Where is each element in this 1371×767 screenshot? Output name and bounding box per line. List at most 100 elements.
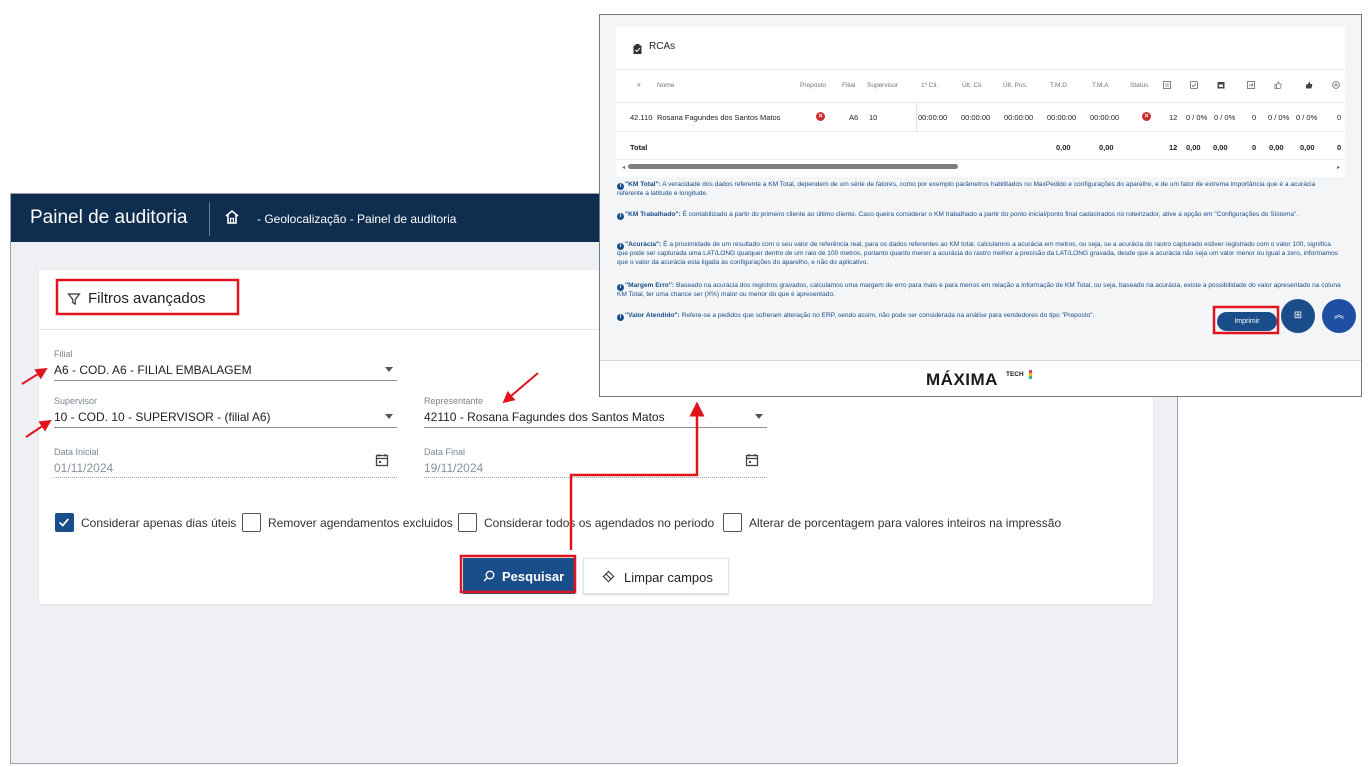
representante-label: Representante xyxy=(424,396,484,406)
info-icon: i xyxy=(617,284,624,291)
row-last-client: 00:00:00 xyxy=(961,113,991,122)
checkbox-label: Remover agendamentos excluidos xyxy=(268,516,453,530)
row-last-position: 00:00:00 xyxy=(1004,113,1034,122)
filters-title: Filtros avançados xyxy=(88,290,206,307)
list-icon[interactable] xyxy=(1163,81,1171,89)
rca-report-window: RCAs # Nome Preposto Filial Supervisor 1… xyxy=(599,14,1362,397)
checkbox-box[interactable] xyxy=(242,513,261,532)
check-square-icon[interactable] xyxy=(1190,81,1198,89)
row-id: 42.110 xyxy=(630,113,653,122)
row-c7: 0 xyxy=(1337,113,1342,122)
search-button-label: Pesquisar xyxy=(502,569,565,584)
brand-logo-suffix: TECH xyxy=(1006,371,1024,378)
total-c7: 0 xyxy=(1337,143,1342,152)
scroll-left-arrow-icon[interactable]: ◂ xyxy=(622,164,625,171)
col-header-number[interactable]: # xyxy=(637,82,641,89)
col-header-tma[interactable]: T.M.A xyxy=(1092,82,1109,89)
info-icon: i xyxy=(617,243,624,250)
start-date-field[interactable]: Data Inicial 01/11/2024 xyxy=(54,447,397,478)
end-date-field[interactable]: Data Final 19/11/2024 xyxy=(424,447,767,478)
supervisor-label: Supervisor xyxy=(54,396,98,406)
double-chevron-up-icon: ︽ xyxy=(1334,310,1344,321)
search-button[interactable]: Pesquisar xyxy=(463,558,575,594)
col-header-supervisor[interactable]: Supervisor xyxy=(867,82,898,89)
row-supervisor: 10 xyxy=(869,113,878,122)
preposto-status-icon: × xyxy=(816,112,825,121)
note-km-total: i "KM Total": A veracidade dos dados refe… xyxy=(617,181,1316,197)
total-c1: 12 xyxy=(1169,143,1178,152)
exit-icon[interactable] xyxy=(1247,81,1255,89)
checkbox-box[interactable] xyxy=(458,513,477,532)
filial-label: Filial xyxy=(54,349,73,359)
total-c6: 0,00 xyxy=(1300,143,1315,152)
representante-value: 42110 - Rosana Fagundes dos Santos Matos xyxy=(424,410,665,424)
note-margem-erro: i "Margem Erro": Baseado na acurácia dos … xyxy=(617,282,1341,298)
supervisor-select[interactable]: Supervisor 10 - COD. 10 - SUPERVISOR - (… xyxy=(54,396,397,428)
col-header-name[interactable]: Nome xyxy=(657,82,674,89)
info-icon: i xyxy=(617,213,624,220)
calendar-icon[interactable] xyxy=(1217,81,1225,89)
total-label: Total xyxy=(630,143,648,152)
col-header-status[interactable]: Status xyxy=(1130,82,1148,89)
total-c5: 0,00 xyxy=(1269,143,1284,152)
checkbox-label: Alterar de porcentagem para valores inte… xyxy=(749,516,1062,530)
row-first-client: 00:00:00 xyxy=(918,113,948,122)
chevron-down-icon[interactable] xyxy=(385,414,393,419)
status-icon: × xyxy=(1142,112,1151,121)
home-icon[interactable] xyxy=(223,208,241,226)
start-date-value: 01/11/2024 xyxy=(54,461,114,475)
horizontal-scrollbar[interactable]: ◂ ▸ xyxy=(622,164,1340,171)
row-tma: 00:00:00 xyxy=(1090,113,1120,122)
total-tmd: 0,00 xyxy=(1056,143,1071,152)
calendar-icon[interactable] xyxy=(745,453,759,467)
chevron-down-icon[interactable] xyxy=(755,414,763,419)
app-title: Painel de auditoria xyxy=(30,207,188,228)
row-name[interactable]: Rosana Fagundes dos Santos Matos xyxy=(657,113,780,122)
clear-fields-button[interactable]: Limpar campos xyxy=(583,558,729,594)
checkbox-box[interactable] xyxy=(723,513,742,532)
thumbs-up-filled-icon[interactable] xyxy=(1305,81,1313,89)
checkbox-label: Considerar apenas dias úteis xyxy=(81,516,237,530)
col-header-last-client[interactable]: Últ. Cli. xyxy=(962,82,983,89)
thumbs-up-outline-icon[interactable] xyxy=(1274,81,1282,89)
row-c6: 0 / 0% xyxy=(1296,113,1318,122)
total-c4: 0 xyxy=(1252,143,1257,152)
calendar-icon[interactable] xyxy=(375,453,389,467)
filial-select[interactable]: Filial A6 - COD. A6 - FILIAL EMBALAGEM xyxy=(54,349,397,381)
total-tma: 0,00 xyxy=(1099,143,1114,152)
row-filial: A6 xyxy=(849,113,859,122)
row-c4: 0 xyxy=(1252,113,1257,122)
info-icon: i xyxy=(617,183,624,190)
print-button[interactable]: Imprimir xyxy=(1217,312,1277,331)
supervisor-value: 10 - COD. 10 - SUPERVISOR - (filial A6) xyxy=(54,410,271,424)
note-km-trabalhado: i "KM Trabalhado": É contabilizado a part… xyxy=(617,211,1298,220)
checkbox-box[interactable] xyxy=(55,513,74,532)
row-c1: 12 xyxy=(1169,113,1178,122)
filial-value: A6 - COD. A6 - FILIAL EMBALAGEM xyxy=(54,363,252,377)
rca-table-card: RCAs # Nome Preposto Filial Supervisor 1… xyxy=(616,27,1345,177)
col-header-tmd[interactable]: T.M.D xyxy=(1050,82,1067,89)
representante-select[interactable]: Representante 42110 - Rosana Fagundes do… xyxy=(424,396,767,428)
scroll-top-fab-button[interactable]: ︽ xyxy=(1322,299,1356,333)
total-c2: 0,00 xyxy=(1186,143,1201,152)
eraser-icon xyxy=(602,570,615,583)
total-c3: 0,00 xyxy=(1213,143,1228,152)
col-header-preposto[interactable]: Preposto xyxy=(800,82,826,89)
breadcrumb[interactable]: - Geolocalização - Painel de auditoria xyxy=(257,212,456,226)
col-header-filial[interactable]: Filial xyxy=(842,82,855,89)
plus-circle-icon[interactable] xyxy=(1332,81,1340,89)
clear-button-label: Limpar campos xyxy=(624,570,713,585)
footer: MÁXIMA TECH xyxy=(600,361,1361,396)
brand-logo: MÁXIMA xyxy=(926,370,998,389)
scroll-right-arrow-icon[interactable]: ▸ xyxy=(1337,164,1340,171)
grid-icon: ⊞ xyxy=(1293,310,1303,321)
row-c2: 0 / 0% xyxy=(1186,113,1208,122)
clipboard-icon xyxy=(633,44,642,54)
row-c3: 0 / 0% xyxy=(1214,113,1236,122)
col-header-last-position[interactable]: Últ. Pos. xyxy=(1003,82,1028,89)
topbar-divider xyxy=(209,202,210,236)
grid-fab-button[interactable]: ⊞ xyxy=(1281,299,1315,333)
chevron-down-icon[interactable] xyxy=(385,367,393,372)
col-header-first-client[interactable]: 1º Cli. xyxy=(921,82,938,89)
scrollbar-thumb[interactable] xyxy=(628,164,958,169)
